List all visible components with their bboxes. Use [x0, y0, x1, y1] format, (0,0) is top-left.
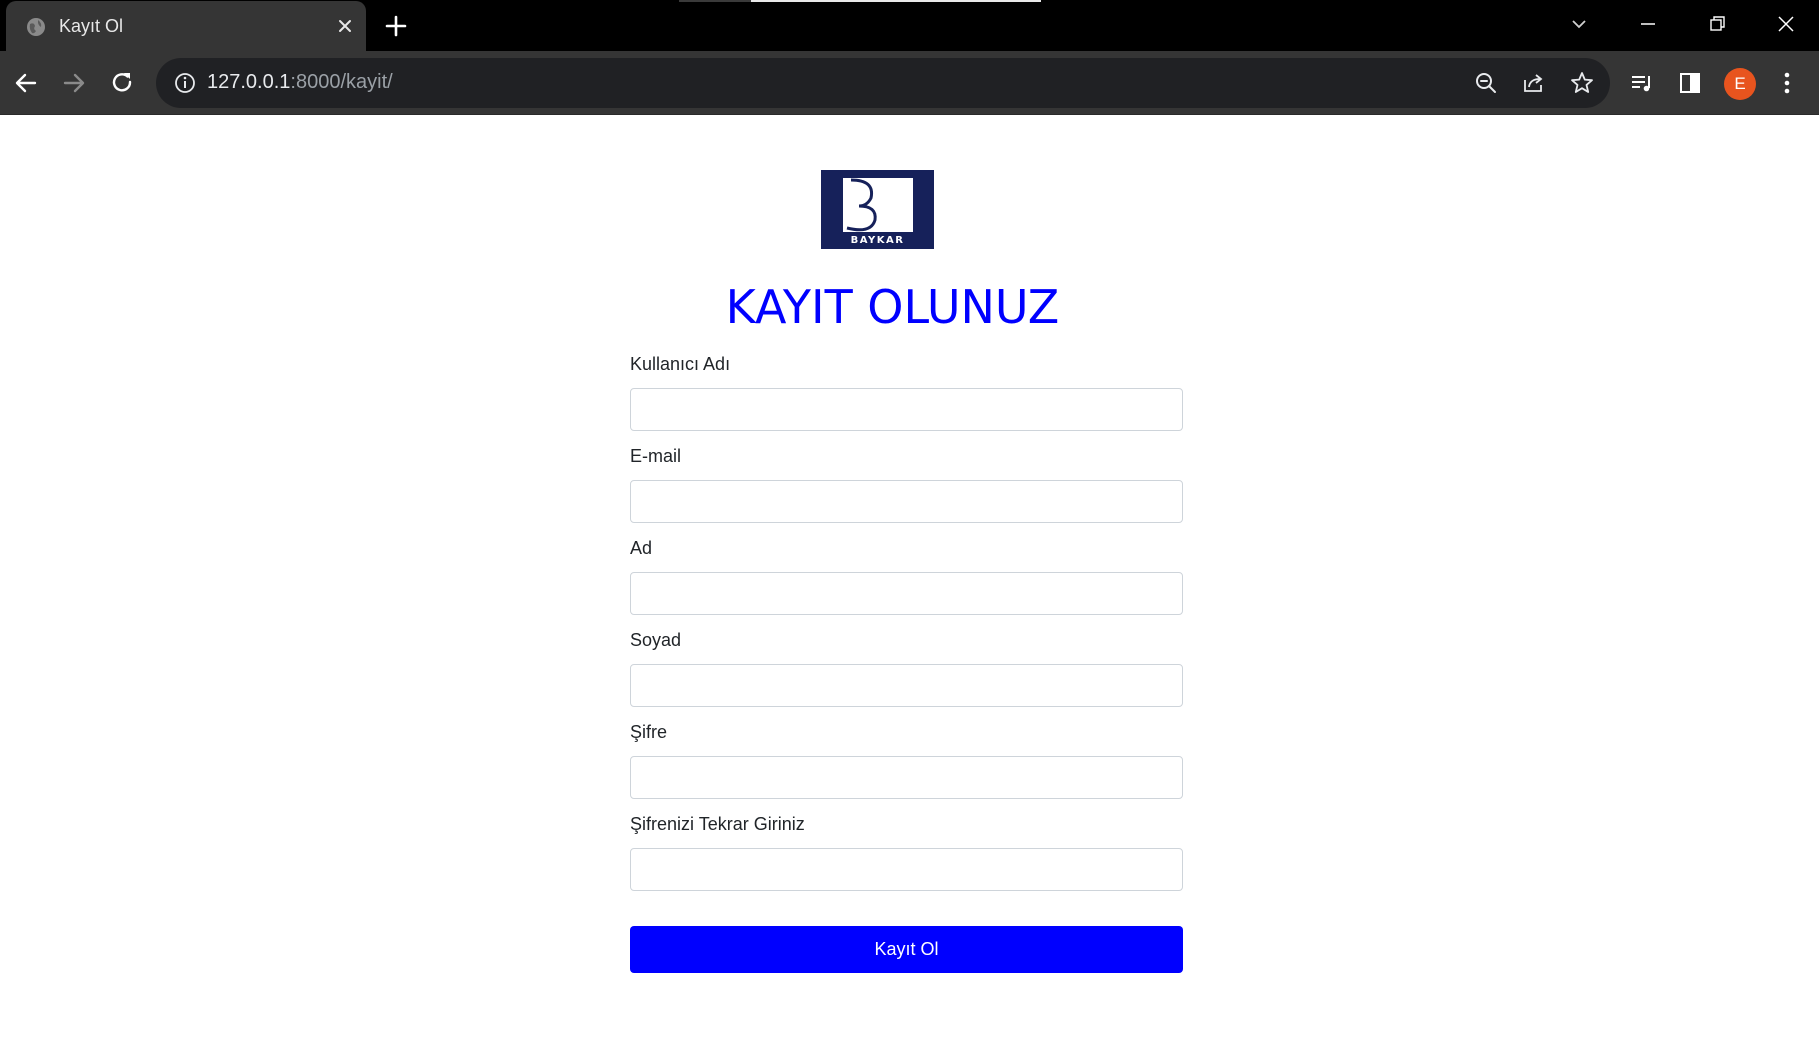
address-bar[interactable]: 127.0.0.1:8000/kayit/	[156, 58, 1610, 108]
bookmark-star-icon[interactable]	[1568, 69, 1596, 97]
tab-title: Kayıt Ol	[59, 16, 124, 36]
url-path: :8000/kayit/	[290, 71, 393, 93]
close-tab-icon[interactable]	[334, 15, 356, 37]
first-name-input[interactable]	[630, 572, 1183, 615]
last-name-input[interactable]	[630, 664, 1183, 707]
password-confirm-label: Şifrenizi Tekrar Giriniz	[630, 814, 805, 834]
url-text[interactable]: 127.0.0.1:8000/kayit/	[207, 71, 393, 94]
share-icon[interactable]	[1520, 69, 1548, 97]
url-host: 127.0.0.1	[207, 71, 291, 93]
tab-strip-indicator-active	[751, 0, 1041, 2]
site-info-icon[interactable]	[172, 70, 198, 96]
page-title: KAYIT OLUNUZ	[725, 280, 1060, 334]
tab-strip-indicator	[679, 0, 751, 2]
username-input[interactable]	[630, 388, 1183, 431]
baykar-logo: BAYKAR	[821, 170, 934, 249]
password-label: Şifre	[630, 722, 668, 742]
first-name-label: Ad	[630, 538, 653, 558]
restore-icon[interactable]	[1703, 10, 1731, 38]
minimize-icon[interactable]	[1634, 10, 1662, 38]
password-input[interactable]	[630, 756, 1183, 799]
browser-tab-bar: Kayıt Ol	[0, 0, 1819, 51]
reload-icon[interactable]	[108, 69, 136, 97]
globe-icon	[27, 18, 45, 36]
profile-avatar[interactable]: E	[1724, 68, 1756, 100]
forward-arrow-icon[interactable]	[60, 69, 88, 97]
zoom-out-icon[interactable]	[1472, 69, 1500, 97]
tab-search-chevron-icon[interactable]	[1565, 10, 1593, 38]
email-input[interactable]	[630, 480, 1183, 523]
back-arrow-icon[interactable]	[12, 69, 40, 97]
browser-toolbar: 127.0.0.1:8000/kayit/ E	[0, 51, 1819, 115]
media-queue-icon[interactable]	[1628, 69, 1656, 97]
more-menu-icon[interactable]	[1773, 69, 1801, 97]
username-label: Kullanıcı Adı	[630, 354, 731, 374]
new-tab-icon[interactable]	[383, 13, 409, 39]
logo-text: BAYKAR	[851, 235, 905, 246]
browser-tab[interactable]: Kayıt Ol	[6, 1, 366, 51]
close-window-icon[interactable]	[1772, 10, 1800, 38]
register-button[interactable]: Kayıt Ol	[630, 926, 1183, 973]
last-name-label: Soyad	[630, 630, 682, 650]
email-label: E-mail	[630, 446, 682, 466]
side-panel-icon[interactable]	[1676, 69, 1704, 97]
password-confirm-input[interactable]	[630, 848, 1183, 891]
